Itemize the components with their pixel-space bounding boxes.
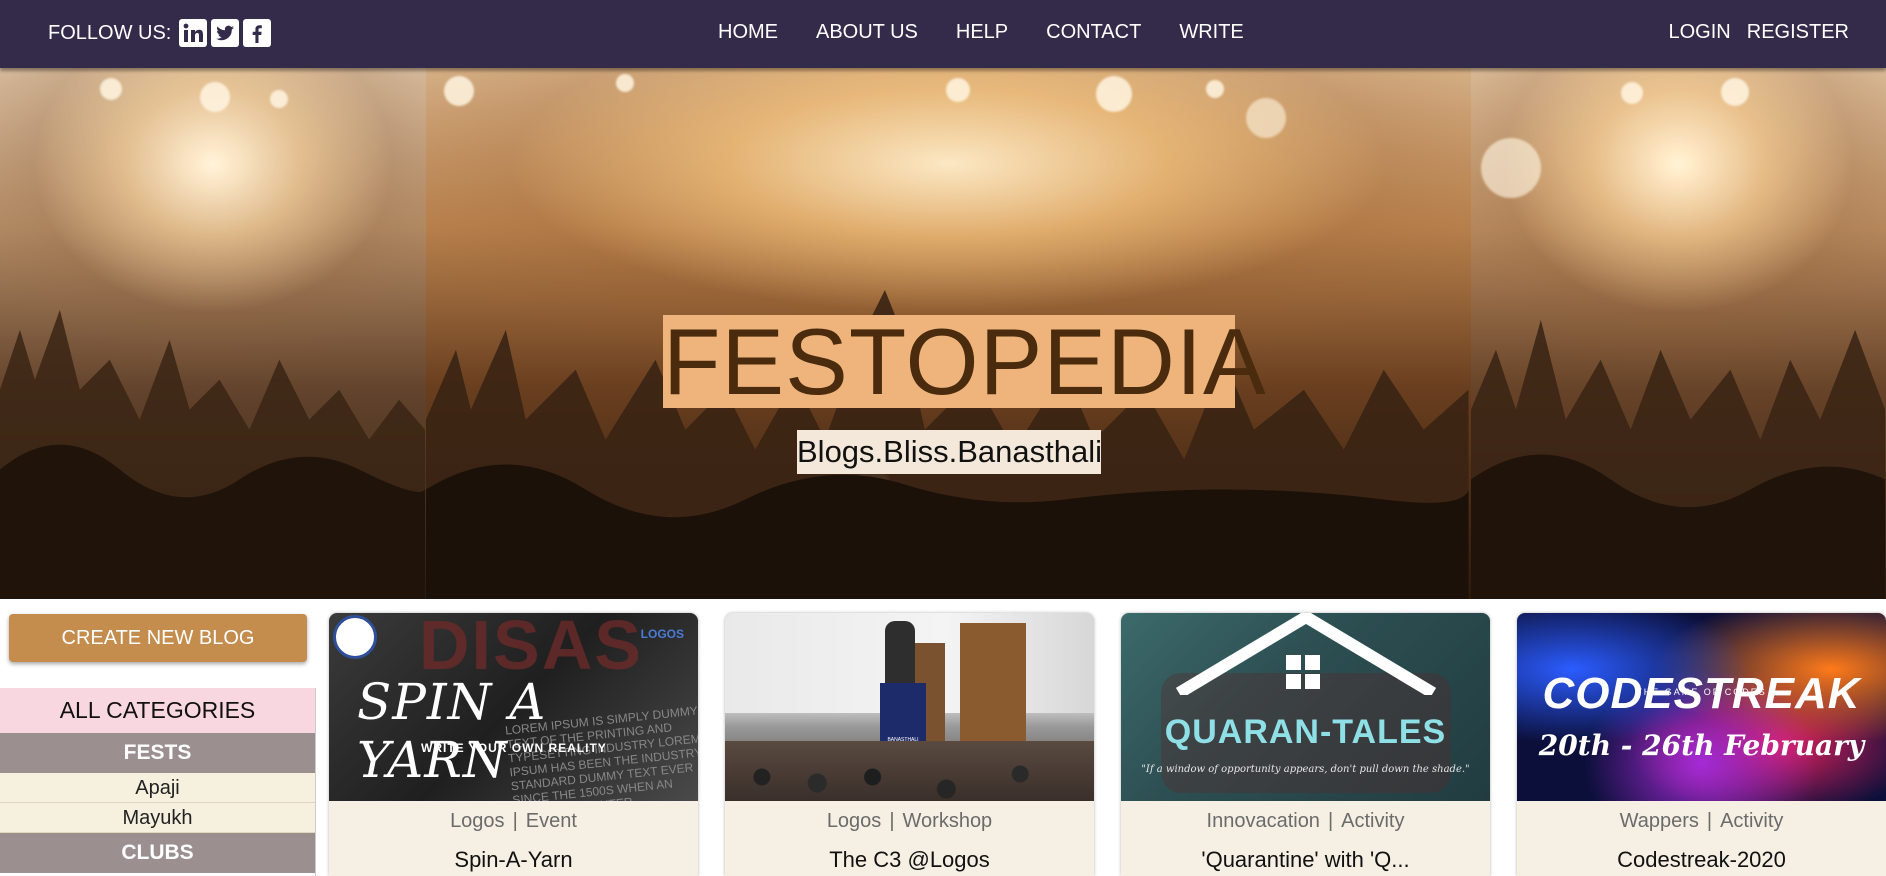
card-club[interactable]: Wappers <box>1620 810 1699 832</box>
meta-separator: | <box>1706 810 1713 832</box>
auth-links: LOGIN REGISTER <box>1653 21 1850 44</box>
blog-card[interactable]: CODESTREAK THE GAME OF CODES 20th - 26th… <box>1517 613 1886 876</box>
card-meta: Wappers | Activity <box>1517 810 1886 833</box>
thumbnail-quote: "If a window of opportunity appears, don… <box>1141 764 1470 775</box>
blog-card[interactable]: BANASTHALI VIDYAPITH Logos | Workshop The … <box>725 613 1094 876</box>
card-type[interactable]: Workshop <box>903 810 993 832</box>
main-nav: HOME ABOUT US HELP CONTACT WRITE <box>718 21 1282 44</box>
card-type[interactable]: Activity <box>1720 810 1783 832</box>
card-title[interactable]: The C3 @Logos <box>725 847 1094 873</box>
thumbnail-subtitle-text: WRITE YOUR OWN REALITY <box>421 741 607 755</box>
card-title[interactable]: Codestreak-2020 <box>1517 847 1886 873</box>
meta-separator: | <box>512 810 518 832</box>
follow-us-label: FOLLOW US: <box>48 21 172 44</box>
site-tagline: Blogs.Bliss.Banasthali <box>797 430 1102 474</box>
card-meta: Logos | Workshop <box>725 810 1094 833</box>
nav-contact[interactable]: CONTACT <box>1046 21 1141 44</box>
sidebar-divider <box>315 688 316 876</box>
nav-help[interactable]: HELP <box>956 21 1008 44</box>
card-meta: Innovacation | Activity <box>1121 810 1490 833</box>
university-logo <box>333 615 377 659</box>
register-link[interactable]: REGISTER <box>1747 21 1849 44</box>
thumbnail-audience <box>725 741 1094 801</box>
card-meta: Logos | Event <box>329 810 698 833</box>
all-categories-heading[interactable]: ALL CATEGORIES <box>0 688 315 733</box>
site-title: FESTOPEDIA <box>663 309 1267 414</box>
house-window-icon <box>1286 655 1320 689</box>
nav-write[interactable]: WRITE <box>1179 21 1243 44</box>
card-club[interactable]: Logos <box>450 810 505 832</box>
thumbnail-brand: LOGOS <box>640 627 684 641</box>
linkedin-icon[interactable] <box>179 19 208 47</box>
create-new-blog-button[interactable]: CREATE NEW BLOG <box>9 614 307 662</box>
category-item-apaji[interactable]: Apaji <box>0 773 315 803</box>
clubs-section-heading[interactable]: CLUBS <box>0 833 315 873</box>
twitter-icon[interactable] <box>211 19 240 47</box>
facebook-icon[interactable] <box>243 19 272 47</box>
nav-about-us[interactable]: ABOUT US <box>816 21 918 44</box>
blog-thumbnail[interactable]: QUARAN-TALES "If a window of opportunity… <box>1121 613 1490 801</box>
thumbnail-title-text: QUARAN-TALES <box>1164 713 1447 751</box>
blog-card[interactable]: DISAS LOREM IPSUM IS SIMPLY DUMMY TEXT O… <box>329 613 698 876</box>
card-type[interactable]: Activity <box>1341 810 1404 832</box>
thumbnail-title-text: SPIN A YARN <box>357 673 547 789</box>
follow-us: FOLLOW US: <box>48 19 272 47</box>
blog-card[interactable]: QUARAN-TALES "If a window of opportunity… <box>1121 613 1490 876</box>
hero-image-left <box>0 68 426 599</box>
blog-thumbnail[interactable]: DISAS LOREM IPSUM IS SIMPLY DUMMY TEXT O… <box>329 613 698 801</box>
card-club[interactable]: Innovacation <box>1207 810 1320 832</box>
top-navbar: FOLLOW US: HOME ABOUT US HELP CONTACT WR… <box>0 0 1886 68</box>
blog-thumbnail[interactable]: BANASTHALI VIDYAPITH <box>725 613 1094 801</box>
hero-image-right <box>1471 68 1886 599</box>
blog-thumbnail[interactable]: CODESTREAK THE GAME OF CODES 20th - 26th… <box>1517 613 1886 801</box>
card-type[interactable]: Event <box>526 810 577 832</box>
hero-banner: FESTOPEDIA Blogs.Bliss.Banasthali <box>0 68 1886 599</box>
thumbnail-dates: 20th - 26th February <box>1538 729 1865 762</box>
nav-home[interactable]: HOME <box>718 21 778 44</box>
thumbnail-speaker <box>885 621 915 691</box>
meta-separator: | <box>1327 810 1334 832</box>
categories-sidebar: ALL CATEGORIES FESTS Apaji Mayukh CLUBS <box>0 688 315 876</box>
fests-section-heading[interactable]: FESTS <box>0 733 315 773</box>
thumbnail-tagline: THE GAME OF CODES <box>1636 687 1767 697</box>
card-club[interactable]: Logos <box>827 810 882 832</box>
card-title[interactable]: Spin-A-Yarn <box>329 847 698 873</box>
card-title[interactable]: 'Quarantine' with 'Q... <box>1121 847 1490 873</box>
login-link[interactable]: LOGIN <box>1669 21 1731 44</box>
meta-separator: | <box>889 810 895 832</box>
category-item-mayukh[interactable]: Mayukh <box>0 803 315 833</box>
thumbnail-door <box>960 623 1026 743</box>
